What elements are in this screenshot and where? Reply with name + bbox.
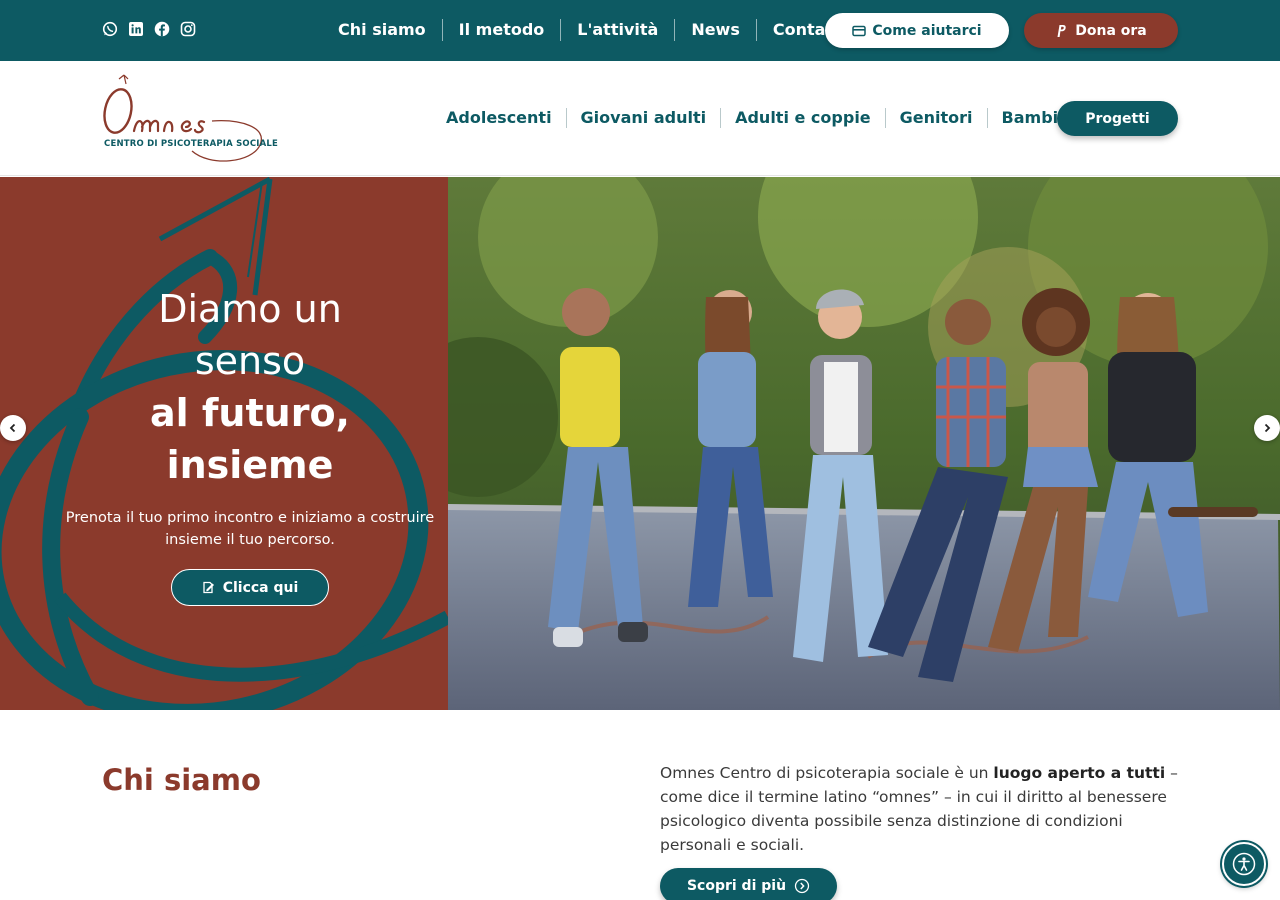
facebook-icon[interactable] [154,21,170,37]
dona-ora-button[interactable]: Dona ora [1024,13,1178,48]
hero-subtitle: Prenota il tuo primo incontro e iniziamo… [65,510,435,548]
top-bar: Chi siamo Il metodo L'attività News Cont… [0,0,1280,61]
nav-genitori[interactable]: Genitori [884,108,987,128]
instagram-icon[interactable] [180,21,196,37]
hero-title: Diamo un senso al futuro, insieme [0,283,448,491]
hero-photo [448,177,1280,710]
come-aiutarci-label: Come aiutarci [872,22,982,39]
progetti-button[interactable]: Progetti [1057,101,1178,136]
omnes-logo[interactable] [100,71,270,166]
chi-siamo-text: Omnes Centro di psicoterapia sociale è u… [660,761,1180,857]
top-nav-chi-siamo[interactable]: Chi siamo [322,19,442,41]
chevron-left-icon [9,423,16,433]
nav-adolescenti[interactable]: Adolescenti [432,108,566,128]
main-nav: Adolescenti Giovani adulti Adulti e copp… [432,108,1089,128]
arrow-circle-right-icon [794,878,810,894]
top-nav: Chi siamo Il metodo L'attività News Cont… [322,19,862,41]
about-text-bold: luogo aperto a tutti [993,764,1166,782]
hero-title-line-2: senso [194,339,306,383]
top-nav-news[interactable]: News [674,19,756,41]
top-nav-il-metodo[interactable]: Il metodo [441,19,561,41]
clicca-qui-button[interactable]: Clicca qui [171,569,329,606]
clicca-qui-label: Clicca qui [222,579,299,596]
hero-panel: Diamo un senso al futuro, insieme Prenot… [0,177,448,710]
whatsapp-icon[interactable] [102,21,118,37]
nav-adulti-e-coppie[interactable]: Adulti e coppie [720,108,885,128]
about-text-part-1: Omnes Centro di psicoterapia sociale è u… [660,764,994,782]
logo-subtitle: CENTRO DI PSICOTERAPIA SOCIALE [104,139,279,149]
nav-giovani-adulti[interactable]: Giovani adulti [565,108,721,128]
chi-siamo-heading: Chi siamo [102,763,261,797]
scopri-di-piu-label: Scopri di più [686,878,787,894]
slider-prev-button[interactable] [0,415,26,441]
group-of-teenagers-photo [448,177,1280,710]
chevron-right-icon [1264,423,1271,433]
come-aiutarci-button[interactable]: Come aiutarci [825,13,1009,48]
edit-icon [203,581,214,594]
social-links [102,21,196,37]
paypal-icon [1057,24,1066,37]
accessibility-button[interactable] [1222,842,1266,886]
dona-ora-label: Dona ora [1075,22,1147,39]
site-header: CENTRO DI PSICOTERAPIA SOCIALE Adolescen… [0,61,1280,176]
credit-card-icon [852,25,867,36]
linkedin-icon[interactable] [128,21,144,37]
scopri-di-piu-button[interactable]: Scopri di più [660,868,837,900]
accessibility-icon [1232,852,1256,876]
hero-title-line-4: insieme [166,443,334,487]
slider-next-button[interactable] [1254,415,1280,441]
top-nav-attivita[interactable]: L'attività [560,19,674,41]
hero-title-line-1: Diamo un [158,287,342,331]
hero-title-line-3: al futuro, [150,391,350,435]
hero-slider: Diamo un senso al futuro, insieme Prenot… [0,177,1280,710]
